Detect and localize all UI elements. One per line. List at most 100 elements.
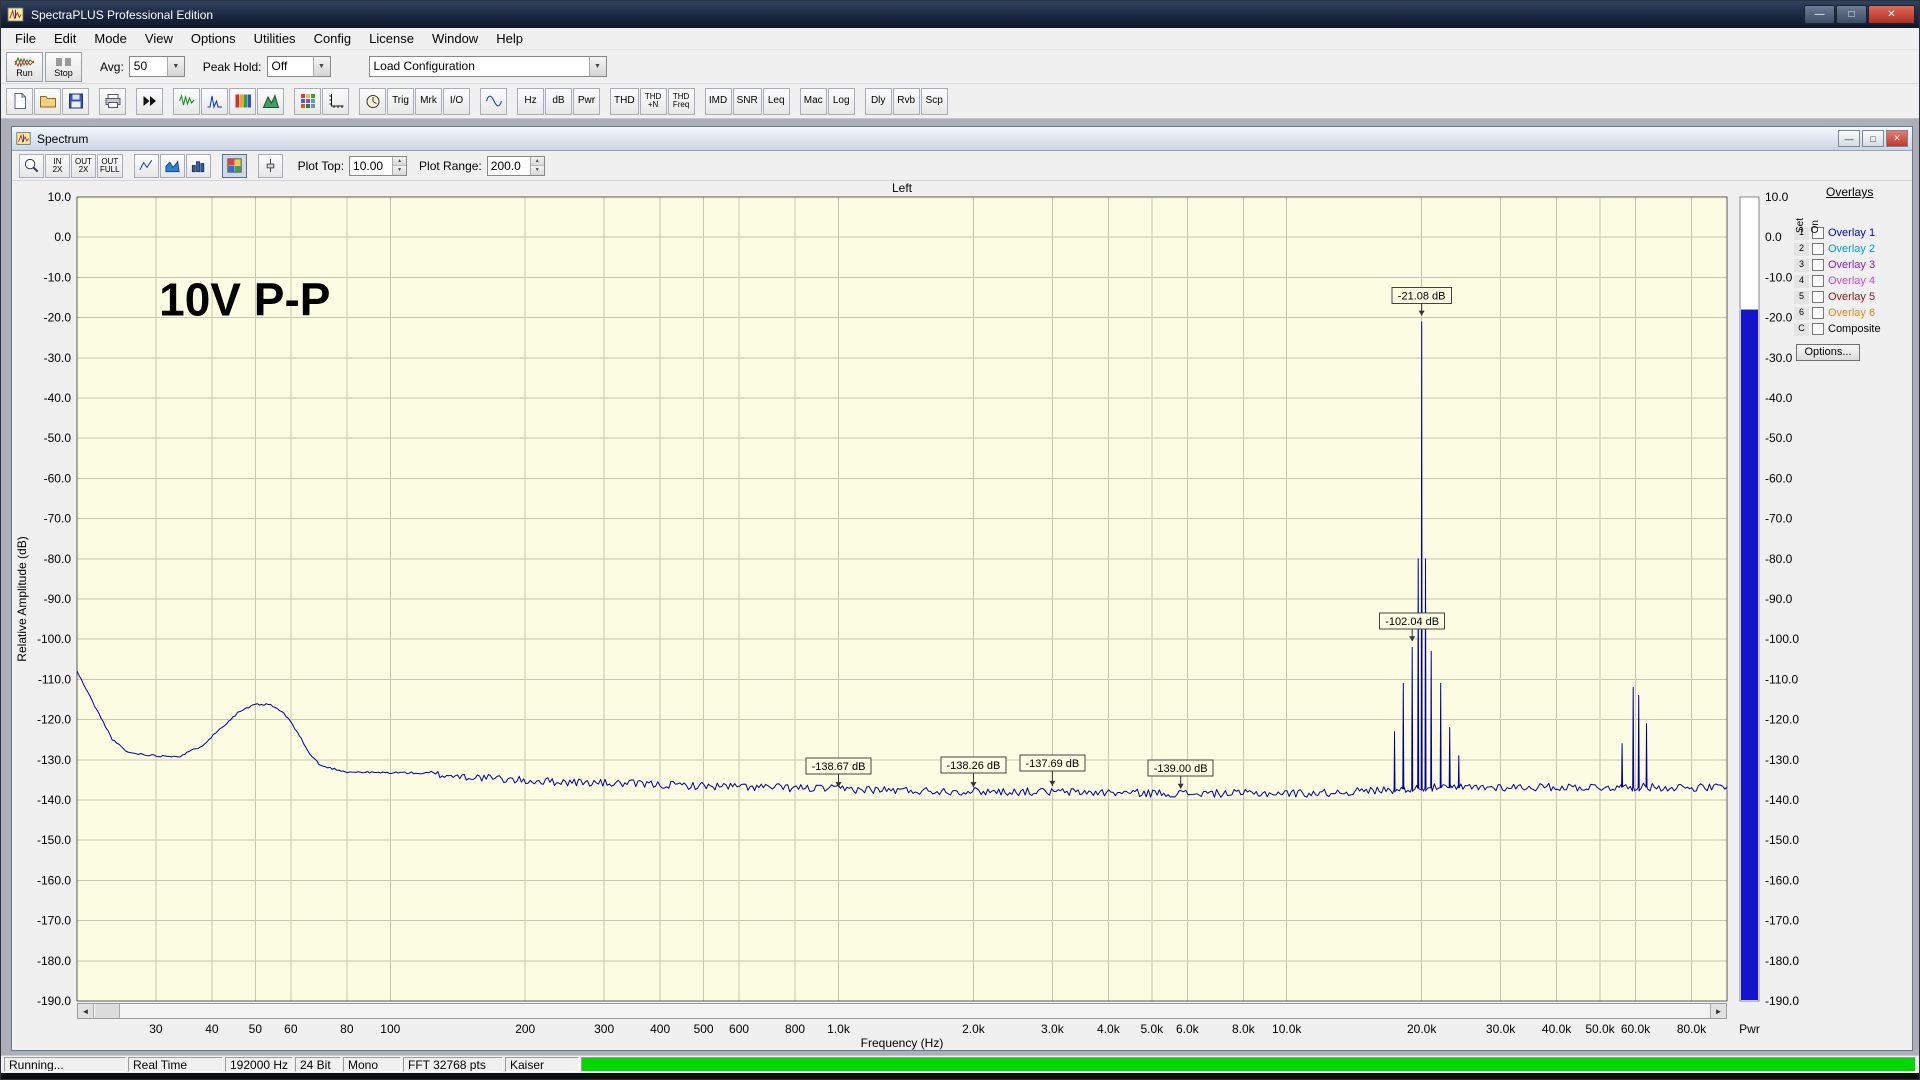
overlays-options-button[interactable]: Options... [1796,344,1860,361]
svg-text:300: 300 [594,1022,614,1036]
plot-top-down-icon[interactable]: ▼ [393,166,406,175]
plot-range-spinner[interactable]: 200.0 ▲▼ [487,156,545,176]
svg-text:60: 60 [284,1022,298,1036]
thd-button[interactable]: THD [610,88,639,115]
zoom-out-2x-button[interactable]: OUT2X [71,154,96,178]
overlay-on-checkbox-5[interactable] [1812,291,1824,303]
palette-grid-button[interactable] [222,154,247,178]
menu-edit[interactable]: Edit [45,29,85,48]
load-configuration-combobox[interactable]: Load Configuration ▼ [369,56,607,77]
line-plot-button[interactable] [134,154,159,178]
snr-button[interactable]: SNR [733,88,762,115]
combo-arrow-icon[interactable]: ▼ [167,57,184,76]
db-button[interactable]: dB [545,88,572,115]
menu-mode[interactable]: Mode [85,29,136,48]
icon-chart-line [138,157,155,174]
scroll-left-icon[interactable]: ◄ [78,1004,94,1018]
overlay-row-4: 4Overlay 4 [1794,273,1907,289]
time-series-view-button[interactable] [173,88,200,115]
spectrogram-view-button[interactable] [229,88,256,115]
overlay-on-checkbox-3[interactable] [1812,259,1824,271]
maximize-button[interactable]: □ [1836,5,1867,24]
combo-arrow-icon[interactable]: ▼ [589,57,606,76]
overlay-set-button-2[interactable]: 2 [1794,243,1809,256]
plot-top-spinner[interactable]: 10.00 ▲▼ [349,156,407,176]
palette-button[interactable] [294,88,321,115]
spectrum-view-button[interactable] [201,88,228,115]
icon-printer [104,92,122,110]
close-button[interactable]: ✕ [1868,5,1915,24]
svg-text:-180.0: -180.0 [37,954,71,968]
menu-utilities[interactable]: Utilities [245,29,305,48]
overlay-set-button-C[interactable]: C [1794,323,1809,336]
zoom-out-full-button[interactable]: OUTFULL [97,154,123,178]
menu-help[interactable]: Help [487,29,532,48]
minimize-button[interactable]: — [1838,130,1860,147]
hz-button[interactable]: Hz [517,88,544,115]
overlay-label-C: Composite [1828,323,1881,335]
mac-button[interactable]: Mac [800,88,827,115]
overlays-on-header: On [1811,220,1821,233]
menu-config[interactable]: Config [305,29,361,48]
menu-file[interactable]: File [6,29,45,48]
imd-button[interactable]: IMD [705,88,732,115]
menu-view[interactable]: View [136,29,182,48]
overlay-set-button-6[interactable]: 6 [1794,307,1809,320]
overlay-on-checkbox-C[interactable] [1812,323,1824,335]
title-bar: SpectraPLUS Professional Edition —□✕ [1,1,1919,28]
generator-button[interactable] [480,88,507,115]
plot-range-down-icon[interactable]: ▼ [531,166,544,175]
scroll-right-icon[interactable]: ► [1710,1004,1726,1018]
scaling-button[interactable] [322,88,349,115]
overlay-set-button-3[interactable]: 3 [1794,259,1809,272]
zoom-button[interactable] [19,154,44,178]
overlay-set-button-5[interactable]: 5 [1794,291,1809,304]
run-button-label: Run [16,69,33,78]
overlay-on-checkbox-6[interactable] [1812,307,1824,319]
menu-options[interactable]: Options [182,29,245,48]
overlay-set-button-4[interactable]: 4 [1794,275,1809,288]
menu-window[interactable]: Window [423,29,487,48]
plot-top-up-icon[interactable]: ▲ [393,157,406,167]
db-button-label: dB [552,96,564,106]
stop-button[interactable]: Stop [45,52,82,82]
thd-freq-button[interactable]: THDFreq [668,88,695,115]
mrk-button[interactable]: Mrk [415,88,442,115]
bar-plot-button[interactable] [186,154,211,178]
save-button[interactable] [62,88,89,115]
zoom-in-2x-button[interactable]: IN2X [45,154,70,178]
marker-slider-button[interactable] [258,154,283,178]
peak-hold-combobox[interactable]: Off ▼ [267,56,331,77]
leq-button[interactable]: Leq [763,88,790,115]
thd-n-button[interactable]: THD+N [640,88,667,115]
new-file-button[interactable] [6,88,33,115]
close-button[interactable]: ✕ [1886,130,1908,147]
run-button[interactable]: Run [6,52,43,82]
spectrum-toolbar: IN2XOUT2XOUTFULL Plot Top: 10.00 ▲▼ Plot… [12,151,1912,181]
combo-arrow-icon[interactable]: ▼ [313,57,330,76]
trig-button[interactable]: Trig [387,88,414,115]
open-file-button[interactable] [34,88,61,115]
dly-button[interactable]: Dly [865,88,892,115]
plot-range-up-icon[interactable]: ▲ [531,157,544,167]
rvb-button[interactable]: Rvb [893,88,920,115]
spectrum-plot[interactable]: -21.08 dB-102.04 dB-138.67 dB-138.26 dB-… [12,181,1912,1050]
fast-forward-button[interactable] [136,88,163,115]
minimize-button[interactable]: — [1804,5,1835,24]
trigger-clock-button[interactable] [359,88,386,115]
overlay-on-checkbox-4[interactable] [1812,275,1824,287]
filled-plot-button[interactable] [160,154,185,178]
menu-license[interactable]: License [360,29,423,48]
avg-combobox[interactable]: 50 ▼ [129,56,185,77]
print-button[interactable] [99,88,126,115]
log-button[interactable]: Log [828,88,855,115]
menu-bar: FileEditModeViewOptionsUtilitiesConfigLi… [1,28,1919,50]
plot-horizontal-scrollbar[interactable]: ◄ ► [77,1003,1727,1019]
surface-view-button[interactable] [257,88,284,115]
scrollbar-thumb[interactable] [94,1004,120,1018]
pwr-button[interactable]: Pwr [573,88,600,115]
overlay-on-checkbox-2[interactable] [1812,243,1824,255]
io-button[interactable]: I/O [443,88,470,115]
scp-button[interactable]: Scp [921,88,948,115]
maximize-button[interactable]: □ [1862,130,1884,147]
